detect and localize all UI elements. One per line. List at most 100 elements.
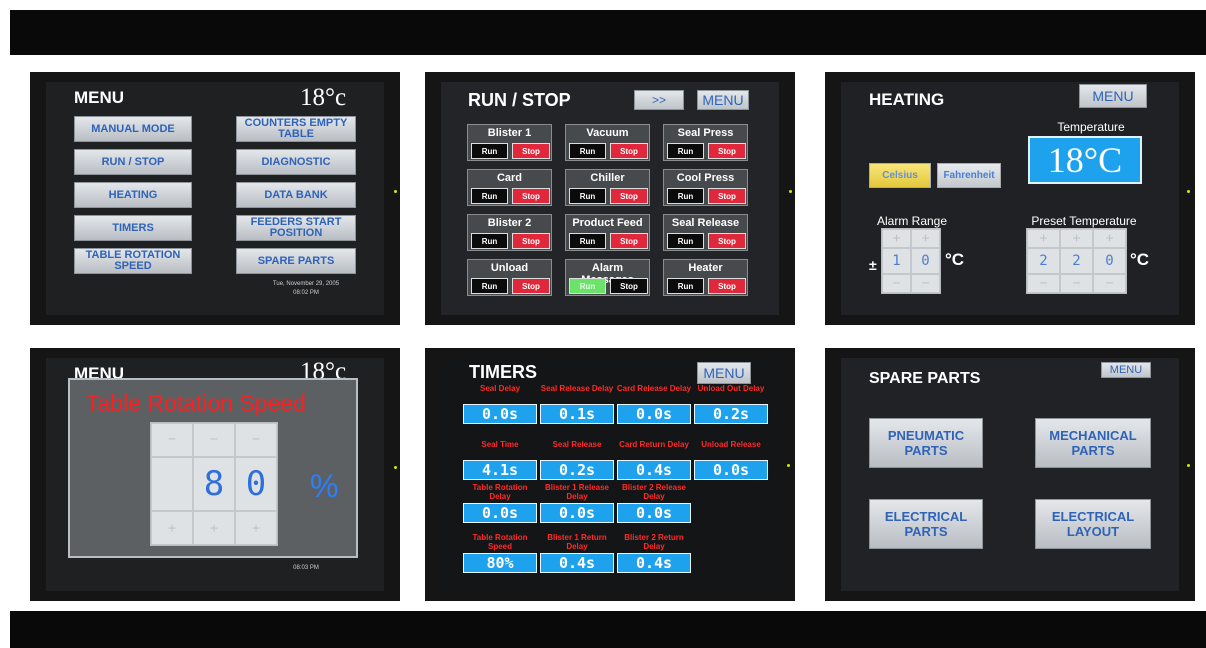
run-button[interactable]: Run — [569, 143, 606, 159]
decrement-key[interactable]: − — [1093, 274, 1126, 293]
preset-temperature-keypad[interactable]: + + +2 2 0− − − — [1026, 228, 1127, 294]
stop-button[interactable]: Stop — [610, 233, 648, 249]
timer-value-field[interactable]: 0.2s — [694, 404, 768, 424]
timer-value-field[interactable]: 0.1s — [540, 404, 614, 424]
menu-button-item[interactable]: SPARE PARTS — [236, 248, 356, 274]
stop-button[interactable]: Stop — [512, 278, 550, 294]
decrement-key[interactable]: + — [151, 511, 193, 545]
menu-button[interactable]: MENU — [1101, 362, 1151, 378]
stop-button[interactable]: Stop — [708, 233, 746, 249]
decrement-key[interactable]: − — [882, 274, 911, 293]
stop-button[interactable]: Stop — [512, 188, 550, 204]
menu-button[interactable]: MENU — [697, 90, 749, 110]
run-button[interactable]: Run — [667, 143, 704, 159]
timer-value-field[interactable]: 0.0s — [540, 503, 614, 523]
preset-unit: °C — [1130, 250, 1150, 269]
timer-value-field[interactable]: 0.0s — [694, 460, 768, 480]
increment-key[interactable]: + — [1060, 229, 1093, 248]
increment-key[interactable]: − — [151, 423, 193, 457]
stop-button[interactable]: Stop — [610, 278, 648, 294]
menu-time: 08:02 PM — [293, 290, 319, 296]
alarm-range-keypad[interactable]: + +1 0− − — [881, 228, 941, 294]
run-stop-control: Blister 1 Run Stop — [467, 124, 552, 161]
control-label: Product Feed — [572, 217, 643, 229]
decrement-key[interactable]: − — [1060, 274, 1093, 293]
stop-button[interactable]: Stop — [512, 143, 550, 159]
menu-button-item[interactable]: TIMERS — [74, 215, 192, 241]
timer-value-field[interactable]: 0.4s — [540, 553, 614, 573]
run-button[interactable]: Run — [569, 188, 606, 204]
alarm-range-label: Alarm Range — [877, 214, 948, 228]
decrement-key[interactable]: + — [193, 511, 235, 545]
timer-value-field[interactable]: 4.1s — [463, 460, 537, 480]
menu-button-item[interactable]: DATA BANK — [236, 182, 356, 208]
menu-button-item[interactable]: TABLE ROTATION SPEED — [74, 248, 192, 274]
increment-key[interactable]: − — [235, 423, 277, 457]
timer-value-field[interactable]: 0.2s — [540, 460, 614, 480]
stop-button[interactable]: Stop — [708, 188, 746, 204]
increment-key[interactable]: + — [911, 229, 940, 248]
status-led — [1187, 190, 1190, 193]
heating-title: HEATING — [869, 90, 945, 109]
timer-label: Card Release Delay — [616, 384, 692, 393]
increment-key[interactable]: + — [1093, 229, 1126, 248]
speed-panel: MENU 18°c Table Rotation Speed − − −8 0 + + + … — [30, 348, 400, 601]
menu-button[interactable]: MENU — [697, 362, 751, 384]
decrement-key[interactable]: + — [235, 511, 277, 545]
heating-panel: HEATING MENU Temperature 18°C Celsius Fa… — [825, 72, 1195, 325]
timer-value-field[interactable]: 80% — [463, 553, 537, 573]
run-button[interactable]: Run — [471, 278, 508, 294]
menu-button-item[interactable]: RUN / STOP — [74, 149, 192, 175]
menu-button-item[interactable]: DIAGNOSTIC — [236, 149, 356, 175]
menu-button-item[interactable]: HEATING — [74, 182, 192, 208]
stop-button[interactable]: Stop — [708, 143, 746, 159]
run-stop-title: RUN / STOP — [468, 90, 571, 110]
pneumatic-parts-button[interactable]: PNEUMATIC PARTS — [869, 418, 983, 468]
increment-key[interactable]: − — [193, 423, 235, 457]
menu-button-item[interactable]: MANUAL MODE — [74, 116, 192, 142]
electrical-layout-button[interactable]: ELECTRICAL LAYOUT — [1035, 499, 1151, 549]
control-label: Seal Release — [671, 217, 740, 229]
stop-button[interactable]: Stop — [610, 143, 648, 159]
stop-button[interactable]: Stop — [610, 188, 648, 204]
timer-value-field[interactable]: 0.0s — [617, 404, 691, 424]
celsius-button[interactable]: Celsius — [869, 163, 931, 188]
run-button[interactable]: Run — [569, 278, 606, 294]
menu-button[interactable]: MENU — [1079, 84, 1147, 108]
electrical-parts-button[interactable]: ELECTRICAL PARTS — [869, 499, 983, 549]
decrement-key[interactable]: − — [1027, 274, 1060, 293]
digit-display: 0 — [1093, 247, 1126, 275]
run-button[interactable]: Run — [471, 188, 508, 204]
stop-button[interactable]: Stop — [512, 233, 550, 249]
speed-keypad[interactable]: − − −8 0 + + + — [150, 422, 278, 546]
increment-key[interactable]: + — [1027, 229, 1060, 248]
timer-value-field[interactable]: 0.0s — [463, 503, 537, 523]
timer-value-field[interactable]: 0.0s — [463, 404, 537, 424]
run-button[interactable]: Run — [569, 233, 606, 249]
spare-parts-screen: SPARE PARTS MENU PNEUMATIC PARTS MECHANI… — [841, 358, 1179, 591]
timer-label: Card Return Delay — [619, 440, 689, 449]
run-stop-control: Heater Run Stop — [663, 259, 748, 296]
run-button[interactable]: Run — [667, 233, 704, 249]
control-label: Card — [496, 172, 523, 184]
run-button[interactable]: Run — [471, 143, 508, 159]
timer-label: Unload Release — [701, 440, 761, 449]
increment-key[interactable]: + — [882, 229, 911, 248]
digit-display: 8 — [193, 456, 235, 512]
timer-value-field[interactable]: 0.4s — [617, 553, 691, 573]
run-button[interactable]: Run — [471, 233, 508, 249]
timer-value-field[interactable]: 0.0s — [617, 503, 691, 523]
timer-label: Unload Out Delay — [697, 384, 765, 393]
run-button[interactable]: Run — [667, 188, 704, 204]
timer-value-field[interactable]: 0.4s — [617, 460, 691, 480]
next-page-button[interactable]: >> — [634, 90, 684, 110]
run-button[interactable]: Run — [667, 278, 704, 294]
fahrenheit-button[interactable]: Fahrenheit — [937, 163, 1001, 188]
stop-button[interactable]: Stop — [708, 278, 746, 294]
decrement-key[interactable]: − — [911, 274, 940, 293]
timer-label: Seal Release Delay — [540, 384, 614, 393]
mechanical-parts-button[interactable]: MECHANICAL PARTS — [1035, 418, 1151, 468]
top-black-bar — [10, 10, 1206, 55]
menu-button-item[interactable]: FEEDERS START POSITION — [236, 215, 356, 241]
menu-button-item[interactable]: COUNTERS EMPTY TABLE — [236, 116, 356, 142]
